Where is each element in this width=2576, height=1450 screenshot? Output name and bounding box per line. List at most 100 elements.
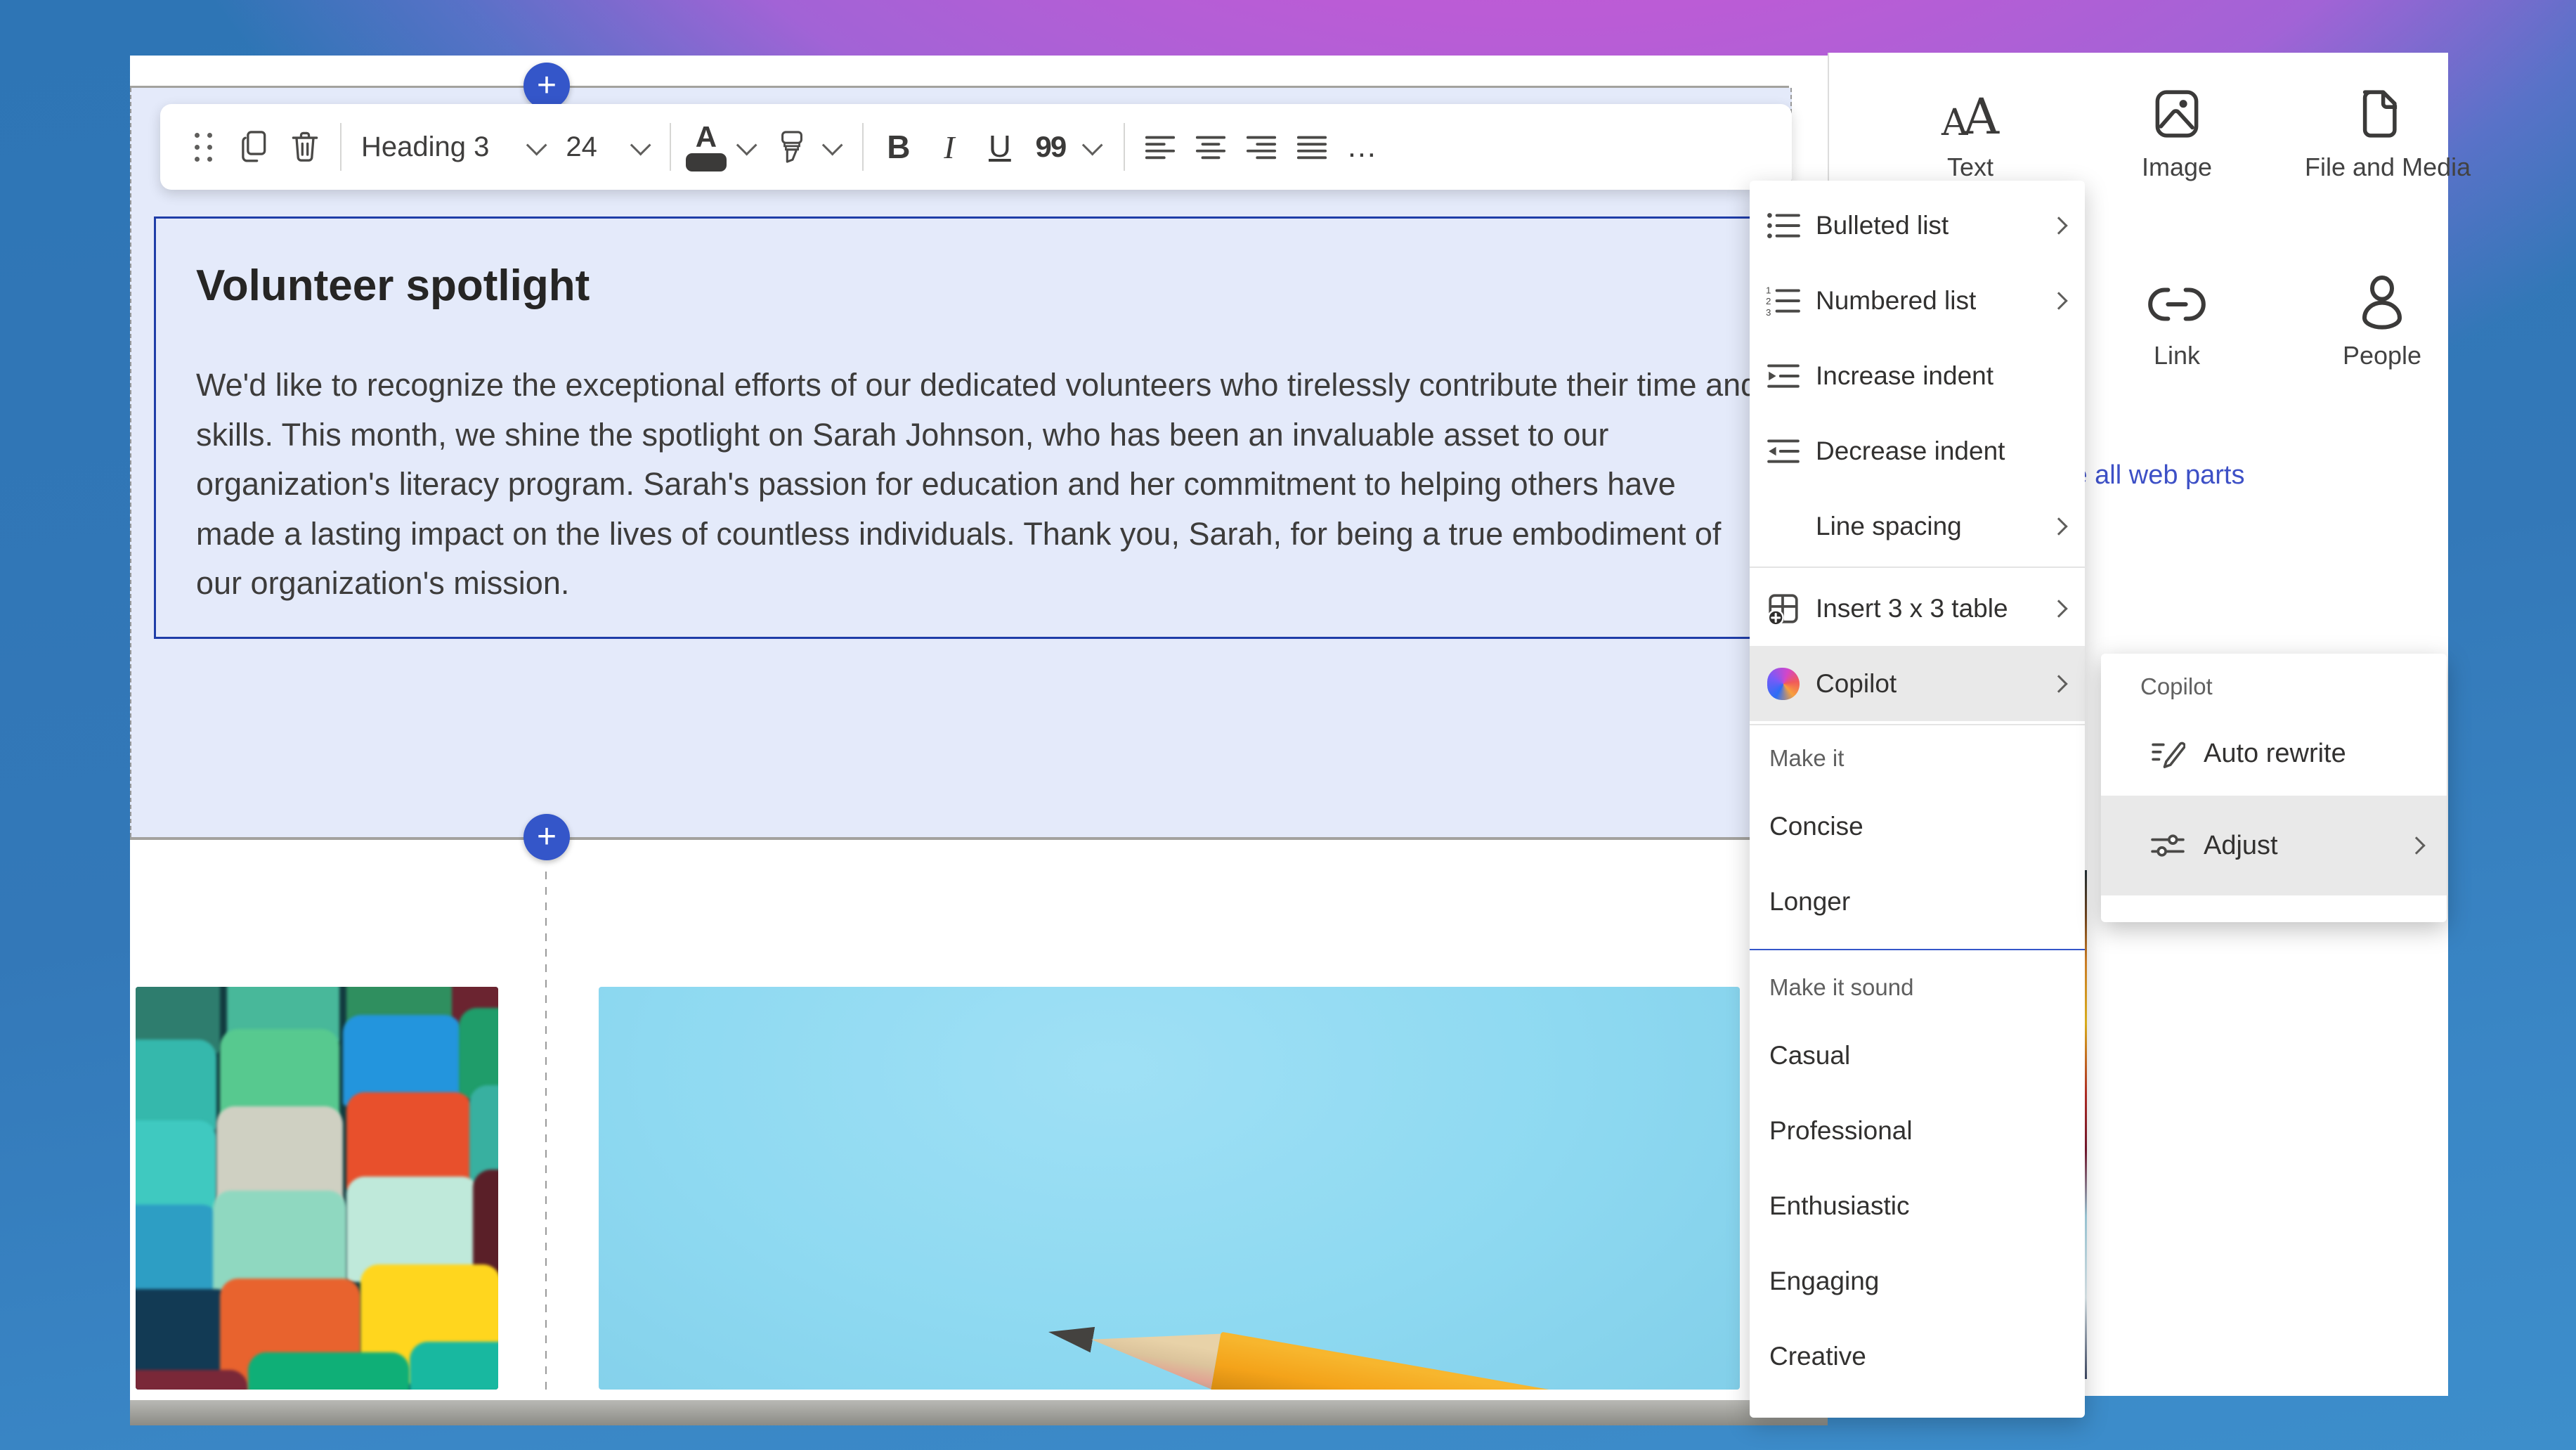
blockquote-button[interactable]: 99: [1025, 117, 1076, 176]
menu-section-make-it-sound: Make it sound: [1750, 957, 2085, 1018]
align-center-icon: [1195, 133, 1227, 161]
menu-item-bulleted-list[interactable]: Bulleted list: [1750, 188, 2085, 263]
menu-section-make-it: Make it: [1750, 728, 2085, 789]
pencil-illustration: [1043, 1302, 1740, 1390]
chairs-image[interactable]: [136, 987, 498, 1390]
people-webpart-icon: [2305, 269, 2459, 330]
menu-item-casual[interactable]: Casual: [1750, 1018, 2085, 1093]
highlighter-icon: [776, 129, 808, 164]
svg-text:2: 2: [1766, 296, 1771, 306]
chevron-down-icon: [526, 134, 547, 155]
chevron-right-icon: [2050, 292, 2067, 309]
tile-label: File and Media: [2305, 153, 2459, 182]
menu-divider: [1750, 724, 2085, 725]
bulleted-list-icon: [1765, 207, 1802, 244]
add-section-button-middle[interactable]: +: [523, 814, 570, 860]
copilot-icon: [1765, 666, 1802, 702]
trash-icon: [289, 130, 321, 164]
chevron-down-icon: [736, 134, 757, 155]
justify-button[interactable]: [1287, 117, 1337, 176]
tile-label: Link: [2100, 341, 2254, 370]
chevron-down-icon: [822, 134, 843, 155]
toolbar-divider: [670, 123, 671, 171]
chevron-down-icon: [1082, 134, 1103, 155]
text-format-dropdown[interactable]: [1076, 117, 1114, 176]
chevron-down-icon: [630, 134, 651, 155]
column-divider-dashed: [545, 872, 547, 1396]
file-webpart-icon: [2305, 81, 2459, 141]
menu-item-line-spacing[interactable]: Line spacing: [1750, 488, 2085, 564]
duplicate-button[interactable]: [229, 117, 280, 176]
menu-item-insert-table[interactable]: Insert 3 x 3 table: [1750, 571, 2085, 646]
canvas-bottom-edge: [130, 1400, 1828, 1425]
highlight-color-button[interactable]: [767, 117, 817, 176]
chevron-right-icon: [2050, 600, 2067, 617]
drag-handle[interactable]: [178, 117, 229, 176]
numbered-list-icon: 1 2 3: [1765, 283, 1802, 319]
font-color-swatch: [686, 153, 727, 171]
justify-icon: [1296, 133, 1328, 161]
align-right-button[interactable]: [1236, 117, 1287, 176]
submenu-header-copilot: Copilot: [2101, 662, 2447, 711]
tile-label: Image: [2100, 153, 2254, 182]
align-center-button[interactable]: [1185, 117, 1236, 176]
menu-item-copilot[interactable]: Copilot: [1750, 646, 2085, 721]
italic-button[interactable]: I: [924, 117, 975, 176]
tile-label: People: [2305, 341, 2459, 370]
link-webpart-icon: [2100, 269, 2254, 330]
menu-divider: [1750, 567, 2085, 568]
text-style-dropdown[interactable]: Heading 3: [351, 117, 556, 176]
font-size-dropdown[interactable]: 24: [556, 117, 660, 176]
webpart-tile-people[interactable]: People: [2305, 269, 2459, 370]
drag-handle-icon: [195, 133, 213, 162]
section-divider-bottom: [130, 837, 1789, 840]
menu-item-longer[interactable]: Longer: [1750, 864, 2085, 939]
bold-button[interactable]: B: [873, 117, 924, 176]
text-webpart-icon: AA: [1893, 81, 2048, 141]
pencil-image[interactable]: [599, 987, 1740, 1390]
text-style-value: Heading 3: [361, 131, 489, 163]
adjust-sliders-icon: [2150, 828, 2185, 863]
submenu-item-adjust[interactable]: Adjust: [2101, 796, 2447, 895]
image-webpart-icon: [2100, 81, 2254, 141]
more-options-button[interactable]: …: [1337, 117, 1388, 176]
font-color-split-dropdown[interactable]: [731, 117, 767, 176]
add-section-button-top[interactable]: +: [523, 63, 570, 109]
line-spacing-icon: [1765, 508, 1802, 545]
menu-item-decrease-indent[interactable]: Decrease indent: [1750, 413, 2085, 488]
webpart-tile-image[interactable]: Image: [2100, 81, 2254, 182]
delete-button[interactable]: [280, 117, 330, 176]
font-size-value: 24: [566, 131, 597, 163]
highlight-split-dropdown[interactable]: [817, 117, 852, 176]
svg-text:3: 3: [1766, 306, 1771, 316]
underline-button[interactable]: U: [975, 117, 1025, 176]
toolbar-divider: [340, 123, 341, 171]
increase-indent-icon: [1765, 358, 1802, 394]
webpart-tile-link[interactable]: Link: [2100, 269, 2254, 370]
chevron-right-icon: [2407, 836, 2425, 854]
menu-item-professional[interactable]: Professional: [1750, 1093, 2085, 1168]
menu-item-creative[interactable]: Creative: [1750, 1319, 2085, 1394]
toolbar-divider: [1124, 123, 1125, 171]
webpart-tile-text[interactable]: AA Text: [1893, 81, 2048, 182]
menu-item-numbered-list[interactable]: 1 2 3 Numbered list: [1750, 263, 2085, 338]
webpart-paragraph[interactable]: We'd like to recognize the exceptional e…: [196, 361, 1763, 609]
svg-text:1: 1: [1766, 285, 1771, 296]
webpart-tile-file-media[interactable]: File and Media: [2305, 81, 2459, 182]
menu-item-concise[interactable]: Concise: [1750, 789, 2085, 864]
format-toolbar: Heading 3 24 A B I U 99: [160, 104, 1792, 190]
submenu-item-auto-rewrite[interactable]: Auto rewrite: [2101, 711, 2447, 796]
menu-item-enthusiastic[interactable]: Enthusiastic: [1750, 1168, 2085, 1243]
decrease-indent-icon: [1765, 433, 1802, 470]
webpart-heading[interactable]: Volunteer spotlight: [196, 257, 1742, 316]
menu-item-increase-indent[interactable]: Increase indent: [1750, 338, 2085, 413]
menu-item-engaging[interactable]: Engaging: [1750, 1243, 2085, 1319]
selected-text-section[interactable]: Volunteer spotlight We'd like to recogni…: [130, 88, 1792, 837]
menu-divider-accent: [1750, 949, 2085, 950]
align-left-button[interactable]: [1135, 117, 1185, 176]
auto-rewrite-icon: [2150, 736, 2185, 771]
copilot-submenu: Copilot Auto rewrite Adjust: [2101, 654, 2447, 922]
page-canvas: Volunteer spotlight We'd like to recogni…: [130, 56, 1828, 1400]
text-context-menu: Bulleted list 1 2 3 Numbered list Increa…: [1750, 181, 2085, 1418]
font-color-button[interactable]: A: [681, 117, 731, 176]
